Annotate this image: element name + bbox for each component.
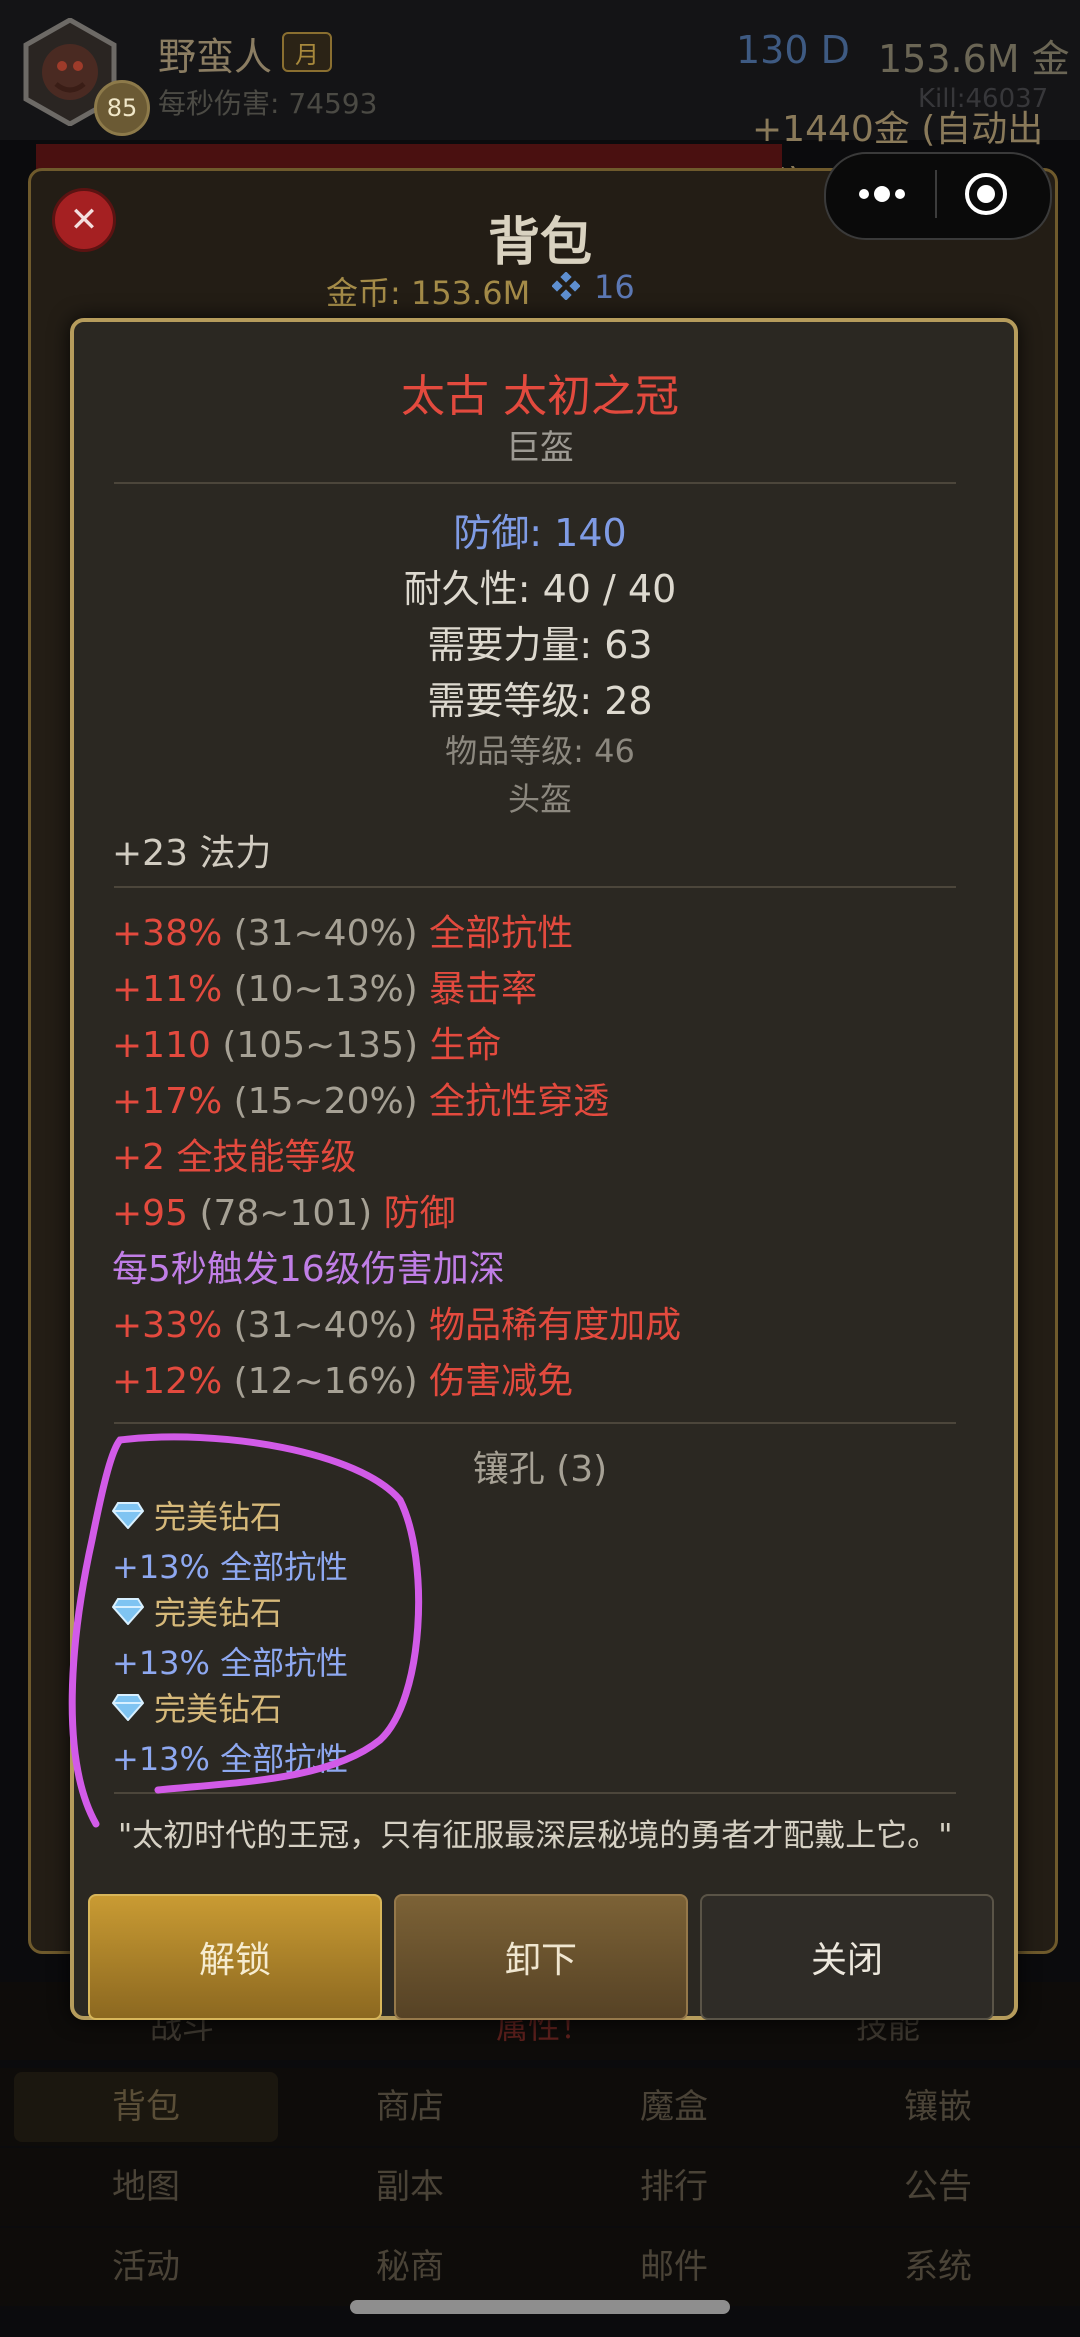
home-indicator [350, 2300, 730, 2314]
affix-range: (31~40%) [233, 913, 418, 954]
affix-line: +33% (31~40%) 物品稀有度加成 [112, 1296, 681, 1348]
affix-range: (78~101) [199, 1193, 373, 1234]
nav-cube[interactable]: 魔盒 [542, 2072, 806, 2142]
target-icon[interactable] [963, 171, 1009, 217]
player-name: 野蛮人 [158, 35, 273, 79]
gold-count: 153.6M 金 [878, 37, 1070, 81]
nav-row-1: 背包 商店 魔盒 镶嵌 [0, 2068, 1080, 2146]
nav-system[interactable]: 系统 [806, 2232, 1070, 2302]
item-slot: 头盔 [507, 780, 572, 818]
divider [114, 1792, 956, 1794]
affix-value: +95 [112, 1193, 188, 1234]
unequip-button[interactable]: 卸下 [394, 1894, 688, 2020]
item-proc: 每5秒触发16级伤害加深 [112, 1249, 505, 1290]
nav-row-2: 地图 副本 排行 公告 [0, 2148, 1080, 2226]
item-implicit: +23 法力 [112, 833, 272, 874]
affix-value: +38% [112, 913, 223, 954]
gem-name: 完美钻石 [154, 1690, 283, 1728]
affix-name: 暴击率 [429, 969, 538, 1010]
affix-range: (31~40%) [233, 1305, 418, 1346]
affix-line: +38% (31~40%) 全部抗性 [112, 904, 573, 956]
gem-bonus: +13% 全部抗性 [112, 1740, 349, 1778]
item-base-type: 巨盔 [506, 428, 574, 468]
diamond-icon [112, 1694, 144, 1721]
affix-value: +12% [112, 1361, 223, 1402]
affix-value: +110 [112, 1025, 211, 1066]
affix-name: 防御 [383, 1193, 456, 1234]
gem-name: 完美钻石 [154, 1594, 283, 1632]
sockets-title: 镶孔 (3) [472, 1449, 608, 1490]
affix-line: +2 全技能等级 [112, 1128, 357, 1180]
gem-icon [551, 271, 581, 301]
nav-ranking[interactable]: 排行 [542, 2152, 806, 2222]
divider [114, 886, 956, 888]
diamond-icon [112, 1598, 144, 1625]
socket-gem: 完美钻石 [112, 1684, 282, 1730]
nav-row-3: 活动 秘商 邮件 系统 [0, 2228, 1080, 2306]
more-icon[interactable] [852, 174, 912, 214]
affix-line: +95 (78~101) 防御 [112, 1184, 456, 1236]
affix-name: 全部抗性 [429, 913, 574, 954]
affix-range: (10~13%) [233, 969, 418, 1010]
nav-dungeon[interactable]: 副本 [278, 2152, 542, 2222]
affix-range: (15~20%) [233, 1081, 418, 1122]
item-flavor-text: "太初时代的王冠，只有征服最深层秘境的勇者才配戴上它。" [118, 1818, 953, 1854]
affix-range: (105~135) [222, 1025, 419, 1066]
nav-socket[interactable]: 镶嵌 [806, 2072, 1070, 2142]
socket-gem: 完美钻石 [112, 1492, 282, 1538]
affix-name: 物品稀有度加成 [429, 1305, 682, 1346]
affix-value: +33% [112, 1305, 223, 1346]
nav-mail[interactable]: 邮件 [542, 2232, 806, 2302]
nav-notice[interactable]: 公告 [806, 2152, 1070, 2222]
nav-events[interactable]: 活动 [14, 2232, 278, 2302]
unlock-button[interactable]: 解锁 [88, 1894, 382, 2020]
bag-gold: 金币: 153.6M [326, 274, 531, 312]
nav-merchant[interactable]: 秘商 [278, 2232, 542, 2302]
divider [114, 482, 956, 484]
diamond-count: 130 D [736, 28, 850, 72]
affix-line: +11% (10~13%) 暴击率 [112, 960, 537, 1012]
nav-shop[interactable]: 商店 [278, 2072, 542, 2142]
affix-value: +17% [112, 1081, 223, 1122]
nav-bag[interactable]: 背包 [14, 2072, 278, 2142]
affix-name: 生命 [429, 1025, 502, 1066]
bag-gem-count: 16 [594, 268, 635, 306]
dps-readout: 每秒伤害: 74593 [158, 87, 378, 120]
player-level-badge: 85 [94, 80, 150, 136]
affix-line: +17% (15~20%) 全抗性穿透 [112, 1072, 609, 1124]
affix-range: (12~16%) [233, 1361, 418, 1402]
nav-map[interactable]: 地图 [14, 2152, 278, 2222]
item-required-level: 需要等级: 28 [427, 679, 653, 723]
close-button[interactable]: 关闭 [700, 1894, 994, 2020]
affix-name: 全抗性穿透 [429, 1081, 610, 1122]
affix-line: +12% (12~16%) 伤害减免 [112, 1352, 573, 1404]
gem-bonus: +13% 全部抗性 [112, 1548, 349, 1586]
gem-bonus: +13% 全部抗性 [112, 1644, 349, 1682]
affix-value: +11% [112, 969, 223, 1010]
affix-name: 伤害减免 [429, 1361, 574, 1402]
diamond-icon [112, 1502, 144, 1529]
divider [114, 1422, 956, 1424]
item-durability: 耐久性: 40 / 40 [403, 567, 677, 611]
item-level: 物品等级: 46 [445, 732, 635, 770]
gem-name: 完美钻石 [154, 1498, 283, 1536]
capsule-divider [935, 170, 937, 218]
socket-gem: 完美钻石 [112, 1588, 282, 1634]
affix-line: +110 (105~135) 生命 [112, 1016, 502, 1068]
month-card-badge: 月 [282, 32, 332, 72]
affix-value: +2 全技能等级 [112, 1137, 357, 1178]
item-name: 太古 太初之冠 [401, 371, 679, 422]
item-required-strength: 需要力量: 63 [427, 623, 653, 667]
item-defense: 防御: 140 [453, 511, 627, 555]
